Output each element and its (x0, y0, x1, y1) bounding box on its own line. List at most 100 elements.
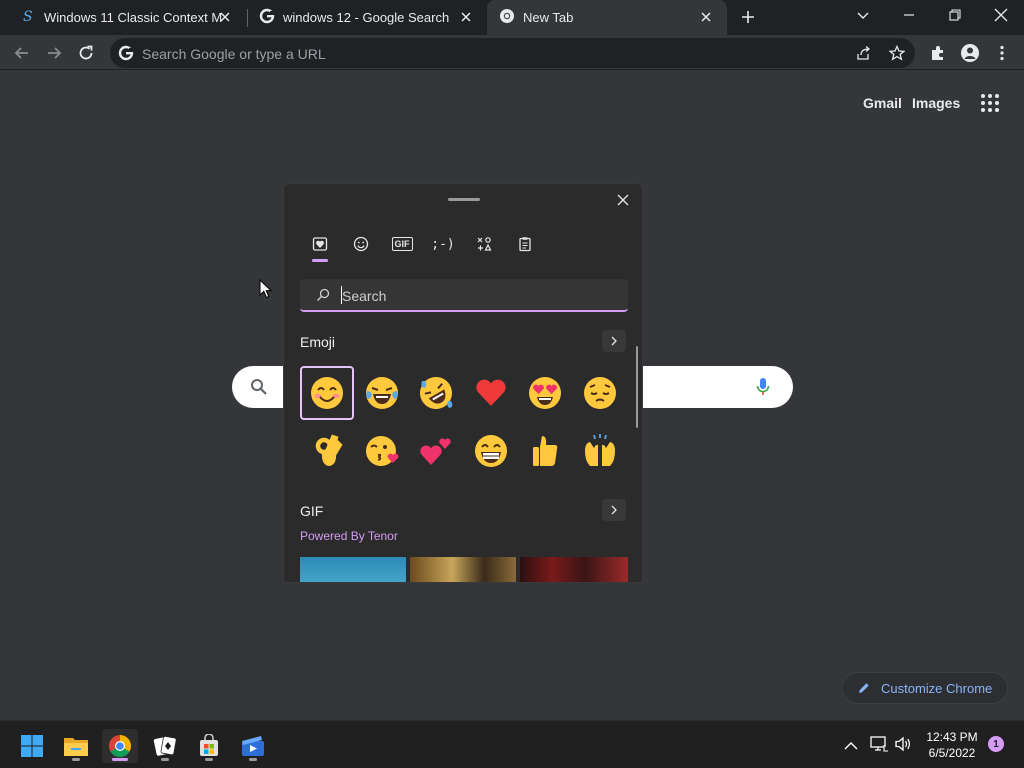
emoji-face-blowing-kiss[interactable] (355, 424, 409, 478)
close-tab-icon[interactable] (218, 10, 232, 24)
tab-symbols[interactable] (471, 232, 497, 256)
menu-button[interactable] (989, 40, 1015, 66)
avatar-icon (961, 44, 979, 62)
emoji-tears-of-joy[interactable] (355, 366, 409, 420)
puzzle-icon (932, 46, 943, 60)
tab-new-tab[interactable]: New Tab (487, 0, 727, 35)
customize-chrome-label: Customize Chrome (881, 680, 993, 696)
show-hidden-icons-chevron-up-icon[interactable] (844, 738, 858, 756)
tab-emoji[interactable] (348, 232, 374, 256)
clipboard-icon (519, 237, 531, 252)
playing-cards-icon (153, 736, 177, 756)
close-tab-icon[interactable] (699, 10, 713, 24)
close-panel-button[interactable] (617, 193, 629, 211)
running-indicator (249, 758, 257, 761)
plus-icon (742, 11, 754, 23)
emoji-rolling-laughing[interactable] (409, 366, 463, 420)
tab-windows12-google-search[interactable]: windows 12 - Google Search (247, 0, 487, 35)
active-indicator (112, 758, 128, 761)
site-s-icon: S (20, 8, 36, 27)
microphone-icon[interactable] (755, 377, 771, 402)
close-window-button[interactable] (978, 0, 1024, 30)
close-tab-icon[interactable] (459, 10, 473, 24)
emoji-raising-hands[interactable] (573, 424, 627, 478)
heart-note-icon (312, 237, 328, 251)
kebab-menu-icon (1000, 45, 1004, 61)
emoji-two-hearts[interactable] (409, 424, 463, 478)
google-g-icon (259, 8, 275, 27)
tab-search-button[interactable] (840, 0, 886, 30)
emoji-heart-eyes[interactable] (518, 366, 572, 420)
mouse-pointer-icon (259, 278, 273, 304)
emoji-panel: GIF ;-) Search Emoji GIF Powered By Teno… (283, 183, 643, 583)
tab-windows11-context-menu[interactable]: S Windows 11 Classic Context Menu (8, 0, 246, 35)
restore-button[interactable] (932, 0, 978, 30)
kaomoji-tab-label: ;-) (431, 236, 455, 252)
folder-icon (64, 738, 88, 756)
tab-kaomoji[interactable]: ;-) (430, 232, 456, 256)
customize-chrome-button[interactable]: Customize Chrome (842, 672, 1008, 704)
tab-clipboard-history[interactable] (512, 232, 538, 256)
volume-icon[interactable] (894, 736, 912, 757)
omnibox[interactable]: Search Google or type a URL (110, 38, 915, 68)
bookmark-star-icon[interactable] (888, 44, 906, 66)
tab-gif[interactable]: GIF (389, 232, 415, 256)
profile-button[interactable] (957, 40, 983, 66)
taskbar-microsoft-store[interactable] (191, 729, 227, 763)
network-icon[interactable] (870, 736, 888, 757)
gmail-link[interactable]: Gmail (863, 95, 902, 111)
omnibox-placeholder: Search Google or type a URL (142, 46, 326, 62)
google-g-icon (118, 45, 134, 66)
emoji-ok-hand[interactable] (300, 424, 354, 478)
taskbar-solitaire[interactable] (147, 729, 183, 763)
tab-recent-favorites[interactable] (307, 232, 333, 256)
running-indicator (161, 758, 169, 761)
tab-title: New Tab (523, 10, 574, 25)
gif-section-title: GIF (300, 503, 324, 519)
taskbar-file-explorer[interactable] (58, 729, 94, 763)
arrow-right-icon (48, 47, 62, 59)
apps-launcher-button[interactable] (980, 93, 1000, 118)
taskbar-video-editor[interactable] (235, 729, 271, 763)
video-clapper-icon (242, 736, 264, 756)
reload-button[interactable] (73, 40, 99, 66)
start-button[interactable] (14, 729, 50, 763)
windows-logo-icon (21, 735, 43, 757)
powered-by-tenor: Powered By Tenor (300, 529, 398, 543)
gif-tab-label: GIF (391, 237, 413, 251)
clock-date[interactable]: 6/5/2022 (922, 746, 982, 760)
emoji-beaming-grin[interactable] (464, 424, 518, 478)
minimize-button[interactable] (886, 0, 932, 30)
emoji-pensive[interactable] (573, 366, 627, 420)
notification-badge[interactable]: 1 (988, 736, 1004, 752)
back-button[interactable] (9, 40, 35, 66)
arrow-left-icon (14, 47, 28, 59)
store-bag-icon (200, 734, 218, 756)
minimize-icon (904, 14, 914, 16)
emoji-red-heart[interactable] (464, 366, 518, 420)
gif-thumbnail[interactable] (300, 557, 406, 582)
emoji-smiling[interactable] (300, 366, 354, 420)
taskbar-chrome[interactable] (102, 729, 138, 763)
close-icon (994, 8, 1008, 22)
clock-time[interactable]: 12:43 PM (922, 730, 982, 744)
emoji-search-input[interactable]: Search (300, 279, 628, 312)
close-icon (617, 194, 629, 206)
scrollbar[interactable] (636, 346, 638, 428)
forward-button[interactable] (41, 40, 67, 66)
pencil-icon (859, 683, 869, 693)
tab-strip: S Windows 11 Classic Context Menu window… (0, 0, 1024, 35)
gif-thumbnail[interactable] (520, 557, 628, 582)
share-icon[interactable] (856, 45, 872, 66)
apps-grid-icon (981, 94, 999, 112)
extensions-button[interactable] (925, 40, 951, 66)
emoji-section-expand-button[interactable] (602, 330, 626, 352)
smiley-icon (353, 236, 369, 252)
images-link[interactable]: Images (912, 95, 960, 111)
drag-handle[interactable] (448, 198, 480, 201)
gif-section-expand-button[interactable] (602, 499, 626, 521)
gif-thumbnail[interactable] (410, 557, 516, 582)
new-tab-button[interactable] (725, 2, 771, 32)
chrome-icon (109, 735, 131, 757)
emoji-thumbs-up[interactable] (518, 424, 572, 478)
